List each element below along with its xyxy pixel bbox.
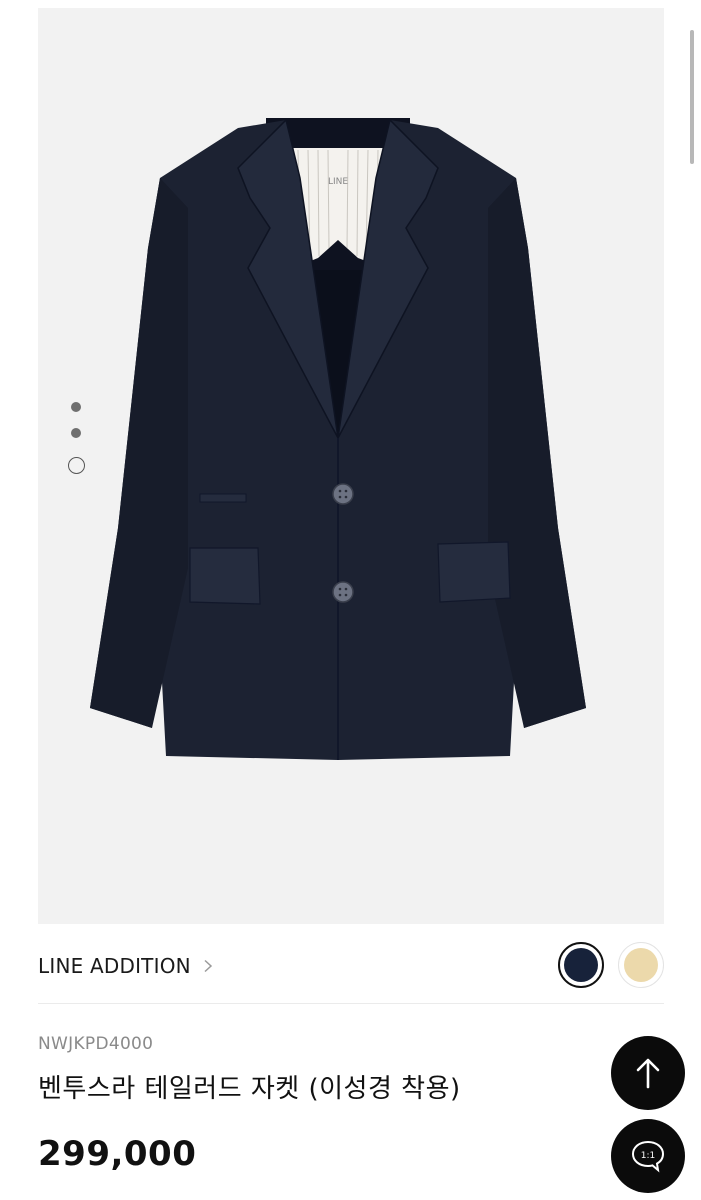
chat-button[interactable]: 1:1 [611, 1119, 685, 1193]
scroll-top-button[interactable] [611, 1036, 685, 1110]
gallery-dot[interactable] [71, 402, 81, 412]
lining-tag: LINE [328, 177, 348, 187]
product-code: NWJKPD4000 [38, 1034, 154, 1054]
brand-link[interactable]: LINE ADDITION [38, 952, 215, 980]
jacket-illustration: LINE [90, 118, 586, 760]
arrow-up-icon [636, 1058, 660, 1089]
chat-bubble-icon: 1:1 [631, 1140, 665, 1173]
product-price: 299,000 [38, 1134, 197, 1174]
chat-label: 1:1 [641, 1151, 655, 1161]
gallery-dot-active[interactable] [68, 457, 85, 474]
chevron-right-icon [204, 959, 212, 973]
divider [38, 1003, 664, 1004]
brand-row: LINE ADDITION [38, 942, 664, 990]
product-title: 벤투스라 테일러드 자켓 (이성경 착용) [38, 1074, 461, 1104]
color-swatch-beige[interactable] [618, 942, 664, 988]
scrollbar[interactable] [690, 30, 694, 164]
product-image: LINE [38, 8, 664, 924]
color-swatch-navy[interactable] [558, 942, 604, 988]
brand-name[interactable]: LINE ADDITION [38, 954, 191, 978]
gallery-dot[interactable] [71, 428, 81, 438]
